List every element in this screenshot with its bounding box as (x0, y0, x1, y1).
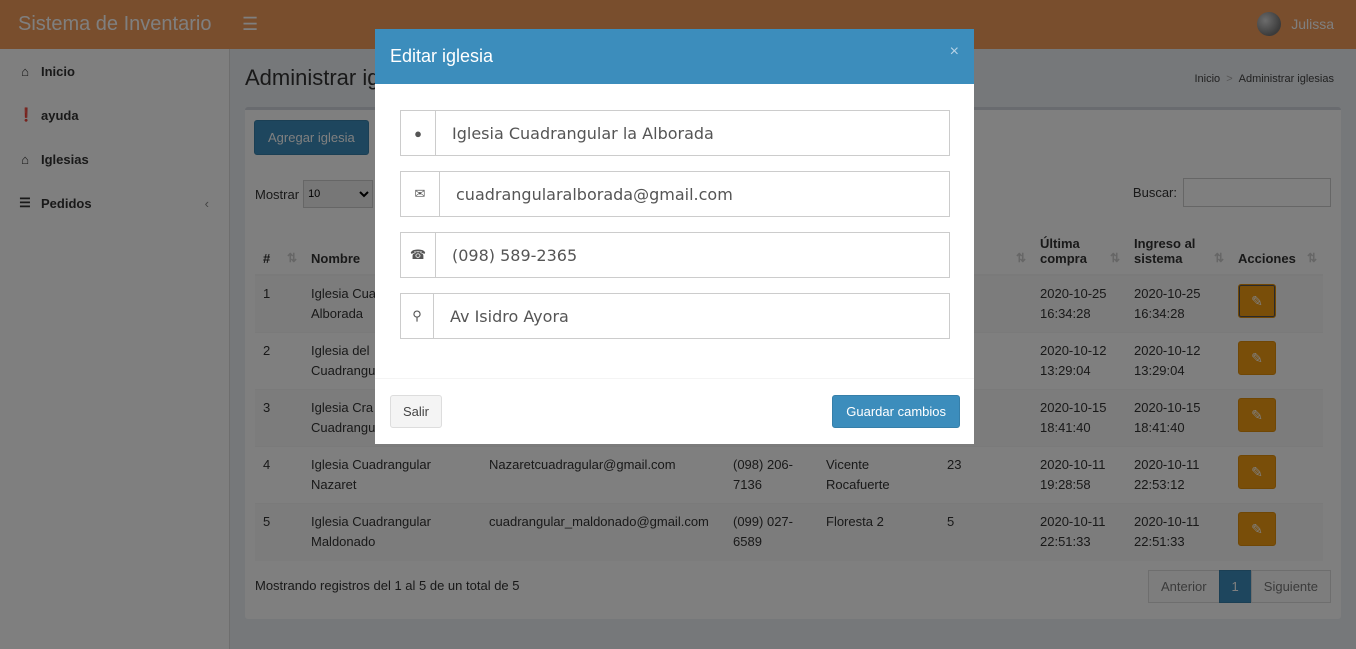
edit-iglesia-modal: Editar iglesia × ● ✉ ☎ ⚲ Salir Guardar c… (375, 29, 974, 444)
phone-field[interactable] (436, 233, 949, 277)
envelope-icon: ✉ (401, 172, 440, 216)
address-field[interactable] (434, 294, 949, 338)
name-input-group: ● (400, 110, 950, 156)
modal-footer: Salir Guardar cambios (375, 379, 974, 443)
email-input-group: ✉ (400, 171, 950, 217)
modal-title: Editar iglesia (390, 46, 494, 66)
phone-input-group: ☎ (400, 232, 950, 278)
address-input-group: ⚲ (400, 293, 950, 339)
email-field[interactable] (440, 172, 949, 216)
map-marker-icon: ⚲ (401, 294, 434, 338)
close-icon[interactable]: × (950, 43, 959, 61)
name-field[interactable] (436, 111, 949, 155)
save-button[interactable]: Guardar cambios (832, 395, 960, 428)
user-icon: ● (401, 111, 436, 155)
exit-button[interactable]: Salir (390, 395, 443, 428)
modal-header: Editar iglesia × (375, 29, 974, 84)
phone-icon: ☎ (401, 233, 436, 277)
modal-body: ● ✉ ☎ ⚲ (375, 84, 974, 379)
